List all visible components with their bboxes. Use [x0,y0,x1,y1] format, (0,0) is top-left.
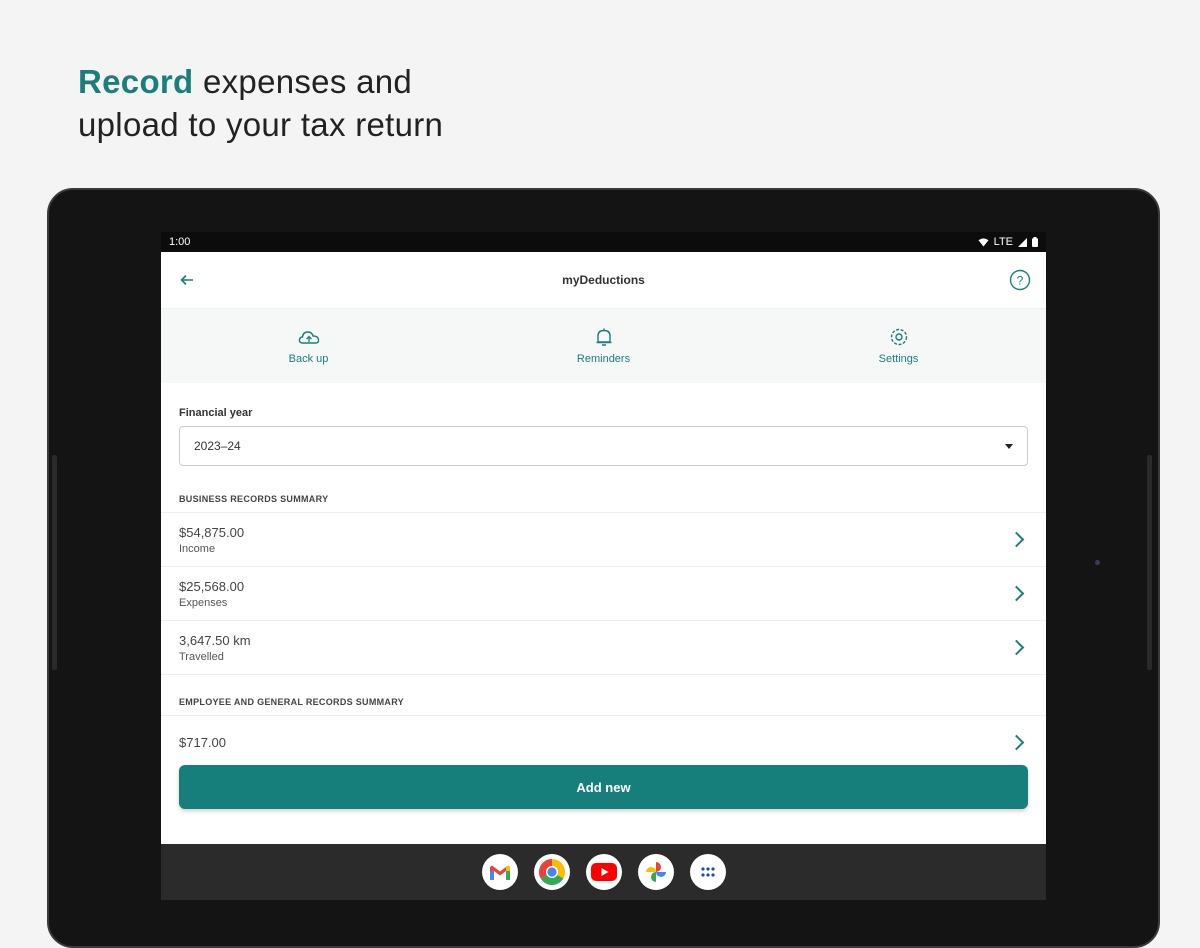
employee-summary-heading: EMPLOYEE AND GENERAL RECORDS SUMMARY [179,697,404,707]
youtube-app[interactable] [585,854,622,890]
battery-icon [1032,237,1038,247]
headline-line2: upload to your tax return [78,106,444,143]
backup-label: Back up [288,353,329,365]
photos-app[interactable] [637,854,674,890]
financial-year-label: Financial year [179,407,253,419]
financial-year-select[interactable]: 2023–24 [179,426,1028,466]
chrome-app[interactable] [533,854,570,890]
headline: Record expenses and upload to your tax r… [78,60,443,146]
gmail-app[interactable] [481,854,518,890]
status-icons: LTE [978,236,1038,248]
status-bar: 1:00 LTE [161,232,1046,252]
chevron-right-icon [1008,585,1025,602]
headline-accent: Record [78,63,194,100]
help-button[interactable]: ? [1008,268,1032,292]
app-drawer-icon [700,867,715,877]
travelled-row[interactable]: 3,647.50 km Travelled [161,620,1046,674]
bell-icon [596,328,611,346]
app-title: myDeductions [562,273,645,287]
reminders-action[interactable]: Reminders [524,327,684,365]
app-bar: myDeductions ? [161,252,1046,309]
youtube-icon [590,863,617,881]
financial-year-value: 2023–24 [194,439,241,453]
device-screen: 1:00 LTE myDeductions ? Back up Reminder… [161,232,1046,900]
network-type: LTE [993,236,1013,248]
app-dock [161,844,1046,900]
add-new-button[interactable]: Add new [179,765,1028,809]
settings-action[interactable]: Settings [819,327,979,365]
back-arrow-icon [180,274,193,286]
status-time: 1:00 [169,236,191,248]
employee-amount: $717.00 [179,735,226,750]
gmail-icon [489,865,510,880]
photos-icon [645,862,666,882]
income-label: Income [179,542,216,555]
employee-row[interactable]: $717.00 [161,715,1046,769]
backup-icon [298,331,319,344]
income-text: $54,875.00 Income [179,525,244,555]
help-icon: ? [1009,269,1031,291]
dropdown-caret-icon [1005,443,1013,449]
headline-line1: expenses and [193,63,413,100]
signal-icon [1018,237,1027,247]
expenses-row[interactable]: $25,568.00 Expenses [161,566,1046,620]
travelled-amount: 3,647.50 km [179,632,251,648]
app-drawer[interactable] [689,854,726,890]
expenses-label: Expenses [179,596,228,609]
svg-text:?: ? [1017,274,1024,288]
quick-actions-bar: Back up Reminders Settings [161,309,1046,383]
backup-action[interactable]: Back up [229,327,389,365]
chevron-right-icon [1008,639,1025,656]
chrome-icon [538,858,565,886]
gear-icon [890,328,907,346]
camera-dot [1095,560,1100,565]
wifi-icon [978,237,989,246]
reminders-label: Reminders [576,353,631,365]
travelled-text: 3,647.50 km Travelled [179,633,251,663]
expenses-text: $25,568.00 Expenses [179,579,244,609]
tablet-side-button-right [1147,455,1152,670]
settings-label: Settings [878,353,919,365]
expenses-amount: $25,568.00 [179,578,245,594]
travelled-label: Travelled [179,650,224,663]
back-button[interactable] [175,268,199,292]
business-summary-heading: BUSINESS RECORDS SUMMARY [179,494,329,504]
chevron-right-icon [1008,531,1025,548]
income-amount: $54,875.00 [179,524,245,540]
income-row[interactable]: $54,875.00 Income [161,512,1046,566]
chevron-right-icon [1008,734,1025,751]
employee-text: $717.00 [179,735,226,750]
tablet-side-button-left [52,455,57,670]
